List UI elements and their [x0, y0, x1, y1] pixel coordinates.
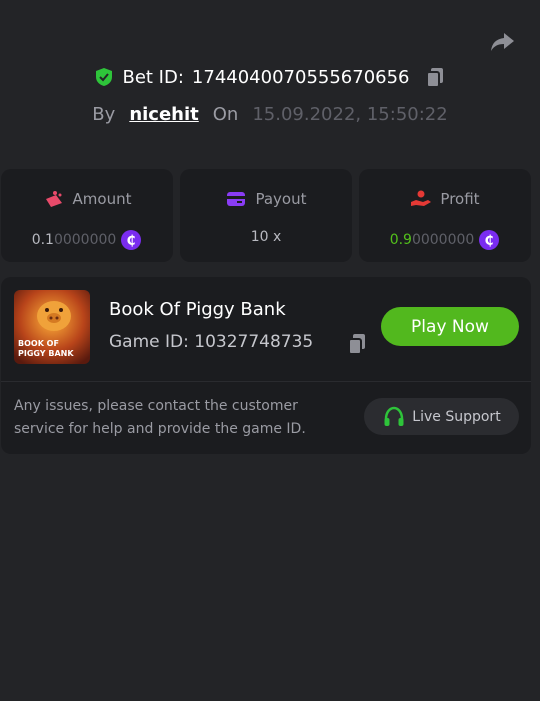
divider: [1, 381, 531, 382]
payout-value: 10 x: [250, 229, 282, 245]
amount-icon: [45, 191, 62, 207]
stat-profit: Profit 0.90000000 ₵: [359, 169, 531, 262]
svg-text:₵: ₵: [485, 234, 494, 249]
live-support-label: Live Support: [412, 408, 501, 425]
svg-text:₵: ₵: [127, 234, 136, 249]
headset-icon: [384, 406, 404, 426]
bet-id-label: Bet ID:: [122, 66, 184, 88]
bet-stats: Amount 0.10000000 ₵ Payout 10 x Profit 0…: [1, 169, 531, 262]
on-label: On: [212, 104, 239, 125]
payout-card-icon: [227, 192, 246, 206]
coin-icon: ₵: [479, 230, 500, 250]
bet-header: Bet ID: 1744040070555670656 By nicehit O…: [0, 66, 540, 126]
amount-value-main: 0.1: [31, 232, 54, 248]
profit-value-main: 0.9: [389, 232, 412, 248]
amount-label: Amount: [72, 190, 132, 208]
thumb-text-1: BOOK OF: [18, 339, 59, 348]
payout-label: Payout: [255, 190, 307, 208]
amount-value-rest: 0000000: [53, 232, 117, 248]
shield-check-icon: [96, 68, 113, 86]
copy-icon[interactable]: [424, 66, 446, 88]
live-support-button[interactable]: Live Support: [364, 398, 519, 435]
username-link[interactable]: nicehit: [129, 104, 198, 125]
game-card: BOOK OF PIGGY BANK Book Of Piggy Bank Ga…: [1, 277, 531, 454]
game-id-line: Game ID: 10327748735: [109, 332, 313, 352]
profit-hand-icon: [411, 190, 432, 206]
profit-label: Profit: [440, 190, 480, 208]
copy-icon[interactable]: [346, 332, 368, 356]
bet-id-value: 1744040070555670656: [191, 66, 410, 88]
game-thumbnail[interactable]: BOOK OF PIGGY BANK: [14, 290, 90, 364]
game-id-value: 10327748735: [194, 332, 314, 352]
by-label: By: [92, 104, 116, 125]
stat-amount: Amount 0.10000000 ₵: [1, 169, 173, 262]
support-note: Any issues, please contact the customer …: [14, 398, 306, 437]
profit-value-rest: 0000000: [411, 232, 475, 248]
game-name: Book Of Piggy Bank: [109, 299, 286, 320]
bet-byline: By nicehit On 15.09.2022, 15:50:22: [0, 104, 540, 125]
bet-date: 15.09.2022, 15:50:22: [252, 104, 448, 125]
coin-icon: ₵: [121, 230, 142, 250]
stat-payout: Payout 10 x: [180, 169, 352, 262]
share-icon[interactable]: [488, 28, 516, 56]
play-now-button[interactable]: Play Now: [381, 307, 519, 346]
game-id-label: Game ID:: [109, 332, 189, 352]
thumb-text-2: PIGGY BANK: [18, 349, 74, 358]
bet-id-line: Bet ID: 1744040070555670656: [0, 66, 540, 88]
